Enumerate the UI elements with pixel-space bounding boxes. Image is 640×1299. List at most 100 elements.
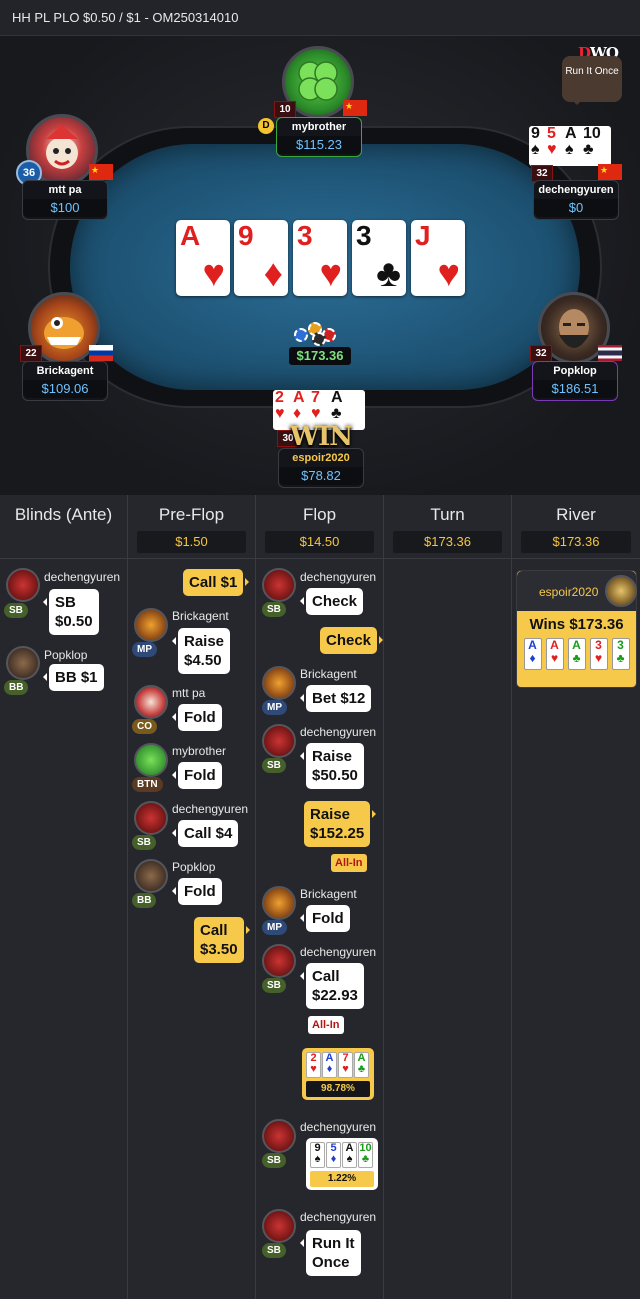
player-stack: $115.23 bbox=[277, 136, 361, 154]
position-badge: SB bbox=[262, 758, 286, 773]
action-player: dechengyuren bbox=[44, 570, 121, 584]
flag-cn-icon bbox=[343, 100, 367, 116]
hero-action-bubble: Raise $152.25 bbox=[304, 801, 377, 847]
position-badge: SB bbox=[262, 1243, 286, 1258]
action-bubble: Raise $4.50 bbox=[171, 628, 231, 674]
player-name: Brickagent bbox=[36, 365, 94, 377]
avatar-dechengyuren bbox=[134, 801, 168, 835]
avatar-popklop bbox=[134, 859, 168, 893]
pot-amount: $173.36 bbox=[289, 347, 351, 365]
equity-card: 7 ♥ bbox=[338, 1052, 353, 1078]
action-bubble: Run It Once bbox=[300, 1230, 361, 1276]
plate-dechengyuren[interactable]: dechengyuren $0 bbox=[533, 180, 619, 220]
action-player: Brickagent bbox=[300, 667, 357, 681]
avatar-dechengyuren bbox=[262, 1209, 296, 1243]
player-stack: $109.06 bbox=[23, 380, 107, 398]
avatar-dechengyuren bbox=[262, 944, 296, 978]
avatar-dechengyuren bbox=[262, 724, 296, 758]
action-bubble: Bet $12 bbox=[299, 685, 372, 712]
action-bubble: Call $4 bbox=[171, 820, 239, 847]
flag-cn-icon bbox=[598, 164, 622, 180]
all-in-tag: All-In bbox=[331, 854, 367, 872]
action-player: dechengyuren bbox=[300, 1120, 377, 1134]
action-player: Popklop bbox=[172, 860, 216, 874]
player-name: mtt pa bbox=[48, 184, 82, 196]
winning-card: A ♦ bbox=[523, 638, 542, 670]
equity-percent: 98.78% bbox=[306, 1081, 370, 1097]
board-card: J ♥ bbox=[411, 220, 465, 296]
avatar-dechengyuren bbox=[262, 568, 296, 602]
column-header: River $173.36 bbox=[512, 495, 640, 559]
avatar-espoir2020 bbox=[605, 575, 637, 607]
position-badge: MP bbox=[262, 700, 287, 715]
street-title: Turn bbox=[430, 505, 465, 524]
equity-card: 5 ♦ bbox=[326, 1142, 341, 1168]
winner-card: espoir2020 Wins $173.36 A ♦ A ♥ A ♣ 3 ♥ 3 ♣ bbox=[516, 570, 637, 688]
level-badge-mybrother: 10 bbox=[274, 101, 296, 118]
street-pot: $173.36 bbox=[520, 531, 632, 553]
street-pot: $1.50 bbox=[136, 531, 247, 553]
equity-card: 9 ♠ bbox=[310, 1142, 325, 1168]
action-bubble: Fold bbox=[172, 878, 222, 905]
win-badge: WIN bbox=[289, 422, 353, 452]
action-player: Popklop bbox=[44, 648, 88, 662]
position-badge: BTN bbox=[132, 777, 163, 792]
avatar-dechengyuren bbox=[262, 1119, 296, 1153]
column-header: Blinds (Ante) bbox=[0, 495, 127, 559]
plate-mybrother[interactable]: mybrother $115.23 bbox=[276, 117, 362, 157]
column-header: Turn $173.36 bbox=[384, 495, 511, 559]
action-player: mybrother bbox=[172, 744, 227, 758]
position-badge: SB bbox=[4, 603, 28, 618]
hero-action-bubble: Call $1 bbox=[183, 569, 250, 596]
board-card: A ♥ bbox=[176, 220, 230, 296]
winning-card: 3 ♥ bbox=[589, 638, 608, 670]
action-player: dechengyuren bbox=[300, 725, 377, 739]
plate-brickagent[interactable]: Brickagent $109.06 bbox=[22, 361, 108, 401]
action-player: dechengyuren bbox=[300, 1210, 377, 1224]
flag-th-icon bbox=[598, 345, 622, 361]
hole-card: 10 ♣ bbox=[581, 126, 611, 166]
winner-name: espoir2020 bbox=[539, 585, 599, 599]
action-player: dechengyuren bbox=[300, 570, 377, 584]
flag-ru-icon bbox=[89, 345, 113, 361]
player-stack: $100 bbox=[23, 199, 107, 217]
plate-mtt-pa[interactable]: mtt pa $100 bbox=[22, 180, 108, 220]
flag-cn-icon bbox=[89, 164, 113, 180]
all-in-tag: All-In bbox=[308, 1016, 344, 1034]
action-player: Brickagent bbox=[172, 609, 229, 623]
position-badge: SB bbox=[262, 978, 286, 993]
action-bubble: Fold bbox=[172, 762, 222, 789]
position-badge: SB bbox=[132, 835, 156, 850]
equity-card: A ♠ bbox=[342, 1142, 357, 1168]
action-player: mtt pa bbox=[172, 686, 206, 700]
player-name: Popklop bbox=[553, 365, 597, 377]
dealer-button-icon: D bbox=[258, 118, 274, 134]
board-card: 3 ♥ bbox=[293, 220, 347, 296]
player-stack: $78.82 bbox=[279, 467, 363, 485]
action-bubble: SB $0.50 bbox=[43, 589, 99, 635]
hero-action-bubble: Check bbox=[320, 627, 384, 654]
column-turn: Turn $173.36 bbox=[384, 495, 512, 1299]
street-title: Blinds (Ante) bbox=[14, 505, 113, 524]
column-header: Flop $14.50 bbox=[256, 495, 383, 559]
equity-card: A ♦ bbox=[322, 1052, 337, 1078]
street-pot: $14.50 bbox=[264, 531, 375, 553]
street-pot: $173.36 bbox=[392, 531, 503, 553]
position-badge: SB bbox=[262, 602, 286, 617]
avatar-brickagent bbox=[262, 886, 296, 920]
action-bubble: Raise $50.50 bbox=[300, 743, 364, 789]
action-bubble: Call $22.93 bbox=[300, 963, 364, 1009]
action-player: dechengyuren bbox=[300, 945, 377, 959]
winner-amount: Wins $173.36 bbox=[529, 616, 624, 633]
hero-action-bubble: Call $3.50 bbox=[194, 917, 250, 963]
action-bubble: BB $1 bbox=[43, 664, 104, 691]
avatar-mtt-pa bbox=[134, 685, 168, 719]
player-name: mybrother bbox=[291, 121, 347, 133]
plate-popklop[interactable]: Popklop $186.51 bbox=[532, 361, 618, 401]
avatar-brickagent bbox=[134, 608, 168, 642]
plate-espoir2020[interactable]: espoir2020 $78.82 bbox=[278, 448, 364, 488]
position-badge: BB bbox=[4, 680, 29, 695]
equity-card: 2 ♥ bbox=[306, 1052, 321, 1078]
player-stack: $0 bbox=[534, 199, 618, 217]
run-it-once-bubble: Run It Once bbox=[562, 56, 622, 105]
